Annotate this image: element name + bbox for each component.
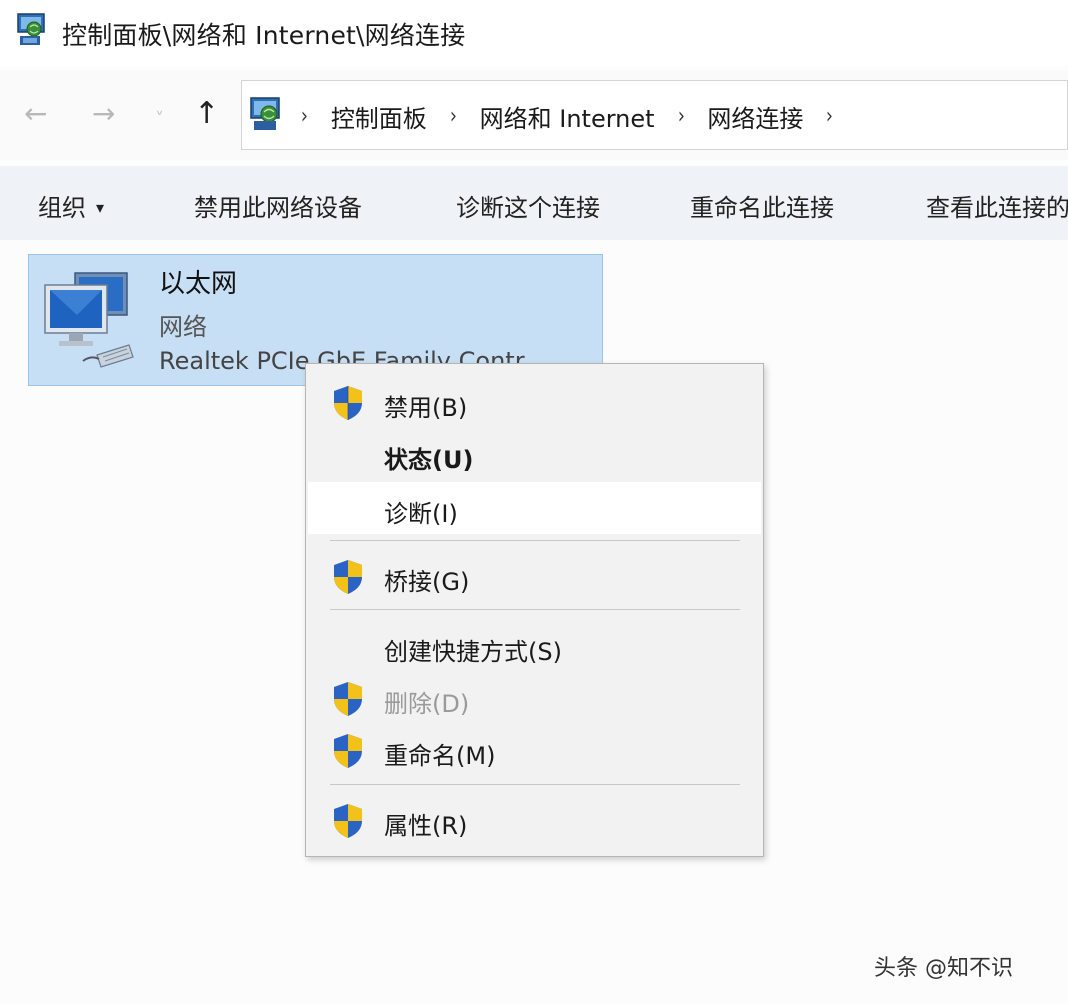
- command-bar: 组织 ▾ 禁用此网络设备 诊断这个连接 重命名此连接 查看此连接的: [0, 166, 1068, 240]
- recent-locations-chevron-icon[interactable]: ˅: [155, 104, 164, 136]
- disable-device-button[interactable]: 禁用此网络设备: [194, 188, 362, 223]
- organize-menu-button[interactable]: 组织 ▾: [38, 188, 104, 223]
- menu-separator: [330, 609, 740, 610]
- menu-item-label: 删除(D): [384, 690, 470, 718]
- breadcrumb-separator[interactable]: ›: [301, 104, 308, 129]
- menu-item-disable[interactable]: 禁用(B): [306, 378, 763, 426]
- back-button[interactable]: ←: [24, 98, 47, 130]
- context-menu: 禁用(B) 状态(U) 诊断(I) 桥接(G) 创建快捷方式(S) 删除(D) …: [305, 363, 764, 857]
- menu-item-rename[interactable]: 重命名(M): [306, 726, 763, 774]
- rename-connection-button[interactable]: 重命名此连接: [690, 188, 834, 223]
- menu-item-create-shortcut[interactable]: 创建快捷方式(S): [306, 622, 763, 670]
- dropdown-caret-icon: ▾: [96, 198, 105, 217]
- control-panel-icon: [250, 97, 280, 130]
- organize-label: 组织: [38, 194, 86, 222]
- diagnose-connection-button[interactable]: 诊断这个连接: [456, 188, 600, 223]
- breadcrumb-separator[interactable]: ›: [450, 104, 457, 129]
- breadcrumb-network-internet[interactable]: 网络和 Internet: [480, 99, 655, 134]
- menu-separator: [330, 540, 740, 541]
- menu-item-label: 状态(U): [384, 446, 474, 474]
- uac-shield-icon: [334, 560, 362, 594]
- ethernet-adapter-icon: [44, 272, 134, 368]
- uac-shield-icon: [334, 734, 362, 768]
- menu-item-label: 重命名(M): [384, 742, 496, 770]
- breadcrumb-network-connections[interactable]: 网络连接: [707, 99, 803, 134]
- view-status-button[interactable]: 查看此连接的: [926, 188, 1068, 223]
- navigation-bar: ← → ˅ ↑ › 控制面板 › 网络和 Internet › 网络连接 ›: [0, 70, 1068, 160]
- menu-item-delete[interactable]: 删除(D): [306, 674, 763, 722]
- watermark: 头条 @知不识: [874, 956, 1013, 981]
- breadcrumb-separator[interactable]: ›: [826, 104, 833, 129]
- menu-item-label: 诊断(I): [384, 500, 458, 528]
- forward-button[interactable]: →: [92, 98, 115, 130]
- breadcrumb-control-panel[interactable]: 控制面板: [331, 99, 427, 134]
- menu-item-bridge[interactable]: 桥接(G): [306, 552, 763, 600]
- network-connections-icon: [17, 13, 45, 45]
- network-connections-window: 控制面板\网络和 Internet\网络连接 ← → ˅ ↑ › 控制面板 › …: [0, 0, 1068, 1004]
- up-button[interactable]: ↑: [194, 98, 219, 130]
- window-title: 控制面板\网络和 Internet\网络连接: [62, 21, 466, 50]
- menu-item-diagnose[interactable]: 诊断(I): [308, 482, 761, 534]
- menu-item-label: 桥接(G): [384, 568, 470, 596]
- menu-item-properties[interactable]: 属性(R): [306, 796, 763, 844]
- menu-item-label: 创建快捷方式(S): [384, 638, 562, 666]
- adapter-network-type: 网络: [159, 313, 207, 341]
- menu-item-status[interactable]: 状态(U): [306, 430, 763, 478]
- menu-item-label: 属性(R): [384, 812, 468, 840]
- menu-item-label: 禁用(B): [384, 394, 468, 422]
- breadcrumb-separator[interactable]: ›: [677, 104, 684, 129]
- breadcrumb: › 控制面板 › 网络和 Internet › 网络连接 ›: [300, 99, 856, 134]
- uac-shield-icon: [334, 386, 362, 420]
- title-bar: 控制面板\网络和 Internet\网络连接: [0, 0, 1068, 66]
- uac-shield-icon: [334, 804, 362, 838]
- address-bar[interactable]: › 控制面板 › 网络和 Internet › 网络连接 ›: [241, 80, 1068, 150]
- uac-shield-icon: [334, 682, 362, 716]
- adapter-name: 以太网: [159, 269, 238, 299]
- menu-separator: [330, 784, 740, 785]
